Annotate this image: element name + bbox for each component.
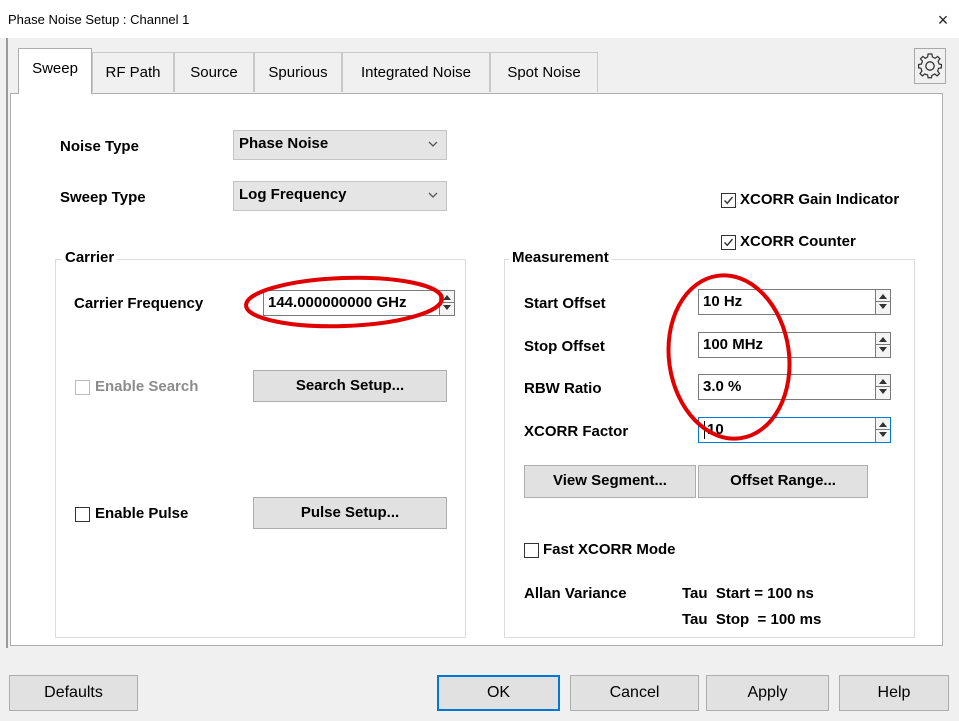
enable-search-checkbox[interactable] — [75, 380, 90, 395]
carrier-frequency-spinner[interactable] — [439, 291, 454, 315]
stop-offset-label: Stop Offset — [524, 338, 605, 355]
xcorr-counter-checkbox[interactable] — [721, 235, 736, 250]
xcorr-factor-label: XCORR Factor — [524, 423, 629, 440]
tab-source[interactable]: Source — [174, 52, 254, 92]
stop-offset-spinner[interactable] — [875, 333, 890, 357]
pulse-setup-button[interactable]: Pulse Setup... — [253, 497, 447, 529]
stop-offset-value: 100 MHz — [703, 336, 764, 353]
xcorr-factor-value: 10 — [707, 421, 724, 438]
tau-stop-value: Tau Stop = 100 ms — [682, 611, 822, 628]
close-icon[interactable]: × — [929, 6, 957, 34]
carrier-frequency-label: Carrier Frequency — [74, 295, 204, 312]
xcorr-counter-label: XCORR Counter — [740, 233, 856, 250]
tab-label: RF Path — [105, 64, 161, 81]
rbw-ratio-value: 3.0 % — [703, 378, 742, 395]
gear-icon — [917, 53, 943, 79]
noise-type-value: Phase Noise — [239, 135, 329, 152]
fast-xcorr-mode-label: Fast XCORR Mode — [543, 541, 676, 558]
tab-sweep[interactable]: Sweep — [18, 48, 92, 94]
settings-button[interactable] — [914, 48, 946, 84]
tab-spurious[interactable]: Spurious — [254, 52, 342, 92]
chevron-down-icon — [428, 141, 438, 147]
text-caret — [704, 421, 705, 439]
window-title: Phase Noise Setup : Channel 1 — [8, 12, 190, 27]
tab-rf-path[interactable]: RF Path — [92, 52, 174, 92]
fast-xcorr-mode-checkbox[interactable] — [524, 543, 539, 558]
defaults-button[interactable]: Defaults — [9, 675, 138, 711]
tab-label: Integrated Noise — [360, 64, 472, 81]
tab-label: Sweep — [32, 60, 78, 77]
tau-start-value: Tau Start = 100 ns — [682, 585, 814, 602]
title-bar: Phase Noise Setup : Channel 1 × — [0, 0, 959, 38]
start-offset-spinner[interactable] — [875, 290, 890, 314]
noise-type-label: Noise Type — [60, 138, 139, 155]
apply-button[interactable]: Apply — [706, 675, 829, 711]
window-border — [6, 38, 8, 648]
check-icon — [724, 238, 734, 247]
tab-spot-noise[interactable]: Spot Noise — [490, 52, 598, 92]
noise-type-dropdown[interactable]: Phase Noise — [233, 130, 447, 160]
help-button[interactable]: Help — [839, 675, 949, 711]
sweep-type-value: Log Frequency — [239, 186, 347, 203]
rbw-ratio-input[interactable]: 3.0 % — [698, 374, 891, 400]
tab-label: Source — [190, 64, 238, 81]
sweep-type-label: Sweep Type — [60, 189, 146, 206]
sweep-type-dropdown[interactable]: Log Frequency — [233, 181, 447, 211]
start-offset-value: 10 Hz — [703, 293, 743, 310]
enable-pulse-label: Enable Pulse — [95, 505, 189, 522]
tab-integrated-noise[interactable]: Integrated Noise — [342, 52, 490, 92]
start-offset-input[interactable]: 10 Hz — [698, 289, 891, 315]
cancel-button[interactable]: Cancel — [570, 675, 699, 711]
carrier-frequency-input[interactable]: 144.000000000 GHz — [263, 290, 455, 316]
xcorr-factor-spinner[interactable] — [875, 418, 890, 442]
rbw-ratio-spinner[interactable] — [875, 375, 890, 399]
measurement-group — [504, 259, 915, 638]
stop-offset-input[interactable]: 100 MHz — [698, 332, 891, 358]
start-offset-label: Start Offset — [524, 295, 606, 312]
view-segment-button[interactable]: View Segment... — [524, 465, 696, 498]
carrier-group-title: Carrier — [62, 249, 118, 266]
offset-range-button[interactable]: Offset Range... — [698, 465, 868, 498]
measurement-group-title: Measurement — [509, 249, 612, 266]
enable-search-label: Enable Search — [95, 378, 199, 395]
search-setup-button[interactable]: Search Setup... — [253, 370, 447, 402]
xcorr-gain-indicator-checkbox[interactable] — [721, 193, 736, 208]
tab-label: Spurious — [268, 64, 328, 81]
enable-pulse-checkbox[interactable] — [75, 507, 90, 522]
xcorr-factor-input[interactable]: 10 — [698, 417, 891, 443]
check-icon — [724, 196, 734, 205]
allan-variance-label: Allan Variance — [524, 585, 627, 602]
carrier-frequency-value: 144.000000000 GHz — [268, 294, 407, 311]
chevron-down-icon — [428, 192, 438, 198]
ok-button[interactable]: OK — [437, 675, 560, 711]
rbw-ratio-label: RBW Ratio — [524, 380, 602, 397]
xcorr-gain-indicator-label: XCORR Gain Indicator — [740, 191, 900, 208]
tab-label: Spot Noise — [507, 64, 581, 81]
